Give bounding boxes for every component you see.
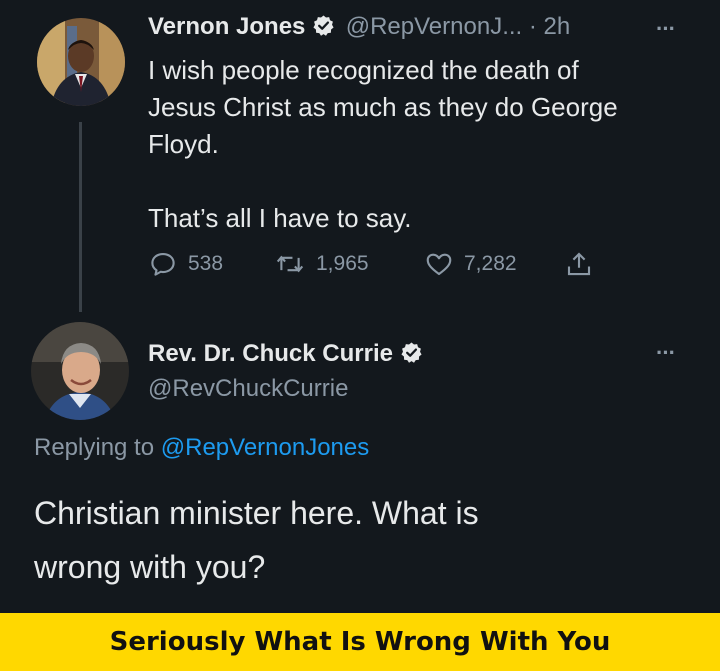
verified-badge-icon bbox=[401, 342, 422, 363]
verified-badge-icon bbox=[313, 15, 334, 36]
reply-count: 538 bbox=[188, 252, 224, 275]
tweet-text-line: Floyd. bbox=[148, 129, 219, 159]
replying-to-handle-link[interactable]: @RepVernonJones bbox=[161, 434, 370, 461]
reply-text-line: wrong with you? bbox=[34, 549, 266, 585]
retweet-action[interactable]: 1,965 bbox=[274, 249, 424, 279]
share-icon bbox=[567, 252, 591, 276]
thread-connector-line bbox=[79, 122, 82, 312]
tweet-text-line: Jesus Christ as much as they do George bbox=[148, 92, 618, 122]
reply-author-name[interactable]: Rev. Dr. Chuck Currie bbox=[148, 340, 393, 367]
like-count: 7,282 bbox=[464, 252, 517, 275]
reply-action[interactable]: 538 bbox=[148, 249, 274, 279]
reply-text-line: Christian minister here. What is bbox=[34, 495, 479, 531]
share-action[interactable] bbox=[564, 249, 594, 279]
twitter-thread-screenshot: Vernon Jones @RepVernonJ... · 2h ··· I w… bbox=[0, 0, 720, 613]
chuck-currie-avatar[interactable] bbox=[31, 322, 129, 420]
replying-to-line: Replying to @RepVernonJones bbox=[34, 434, 369, 462]
vernon-jones-avatar[interactable] bbox=[37, 18, 125, 106]
more-options-icon[interactable]: ··· bbox=[656, 340, 676, 366]
tweet-text-line: That’s all I have to say. bbox=[148, 203, 412, 233]
reply-text: Christian minister here. What is wrong w… bbox=[34, 486, 479, 594]
caption-banner: Seriously What Is Wrong With You bbox=[0, 613, 720, 671]
tweet-text-line: I wish people recognized the death of bbox=[148, 55, 579, 85]
more-options-icon[interactable]: ··· bbox=[656, 16, 676, 42]
tweet-text: I wish people recognized the death of Je… bbox=[148, 52, 618, 237]
like-action[interactable]: 7,282 bbox=[424, 249, 564, 279]
retweet-count: 1,965 bbox=[316, 252, 369, 275]
author-name[interactable]: Vernon Jones bbox=[148, 13, 305, 40]
replying-to-label: Replying to bbox=[34, 434, 155, 461]
reply-handle[interactable]: @RevChuckCurrie bbox=[148, 375, 348, 403]
reply-header: Rev. Dr. Chuck Currie bbox=[148, 340, 423, 368]
tweet-actions-bar: 538 1,965 7,282 bbox=[148, 248, 594, 280]
handle-and-time[interactable]: @RepVernonJ... · 2h bbox=[346, 13, 570, 40]
retweet-icon bbox=[276, 255, 304, 273]
reply-icon bbox=[151, 252, 175, 276]
tweet-header: Vernon Jones @RepVernonJ... · 2h bbox=[148, 13, 570, 41]
heart-icon bbox=[426, 253, 452, 276]
